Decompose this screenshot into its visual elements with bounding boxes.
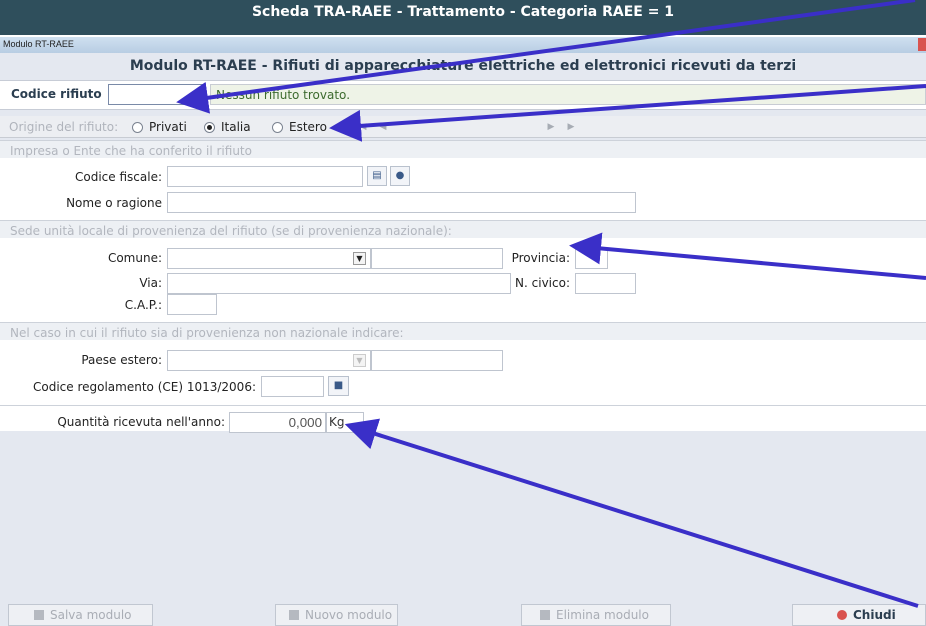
nome-ragione-input[interactable]	[167, 192, 636, 213]
codice-regolamento-input[interactable]	[261, 376, 324, 397]
radio-italia[interactable]: Italia	[204, 119, 251, 135]
cap-label: C.A.P.:	[124, 298, 162, 312]
nav-first-icon[interactable]: ◀	[355, 119, 371, 135]
paese-extra-field	[371, 350, 503, 371]
radio-privati-label: Privati	[149, 120, 187, 134]
radio-estero-label: Estero	[289, 120, 327, 134]
elimina-modulo-button[interactable]: Elimina modulo	[521, 604, 671, 626]
estero-section-header: Nel caso in cui il rifiuto sia di proven…	[0, 322, 926, 340]
codice-rifiuto-label: Codice rifiuto	[11, 87, 102, 101]
chevron-down-icon: ▼	[353, 354, 366, 367]
form-title: Modulo RT-RAEE - Rifiuti di apparecchiat…	[129, 58, 797, 74]
comune-extra-field	[371, 248, 503, 269]
quantita-unit: Kg	[326, 412, 364, 433]
window-title-bar: Modulo RT-RAEE	[0, 37, 926, 53]
radio-italia-label: Italia	[221, 120, 251, 134]
nav-last-icon[interactable]: ▶	[563, 119, 579, 135]
paese-estero-select[interactable]: ▼	[167, 350, 371, 371]
person-search-icon[interactable]: ●	[390, 166, 410, 186]
window-title: Modulo RT-RAEE	[3, 39, 74, 49]
provincia-label: Provincia:	[511, 251, 570, 265]
elimina-label: Elimina modulo	[556, 608, 649, 622]
sede-section-header: Sede unità locale di provenienza del rif…	[0, 220, 926, 238]
calculator-icon[interactable]: ▤	[367, 166, 387, 186]
radio-privati[interactable]: Privati	[132, 119, 187, 135]
civico-input[interactable]	[575, 273, 636, 294]
via-label: Via:	[139, 276, 162, 290]
salva-label: Salva modulo	[50, 608, 132, 622]
impresa-section-header: Impresa o Ente che ha conferito il rifiu…	[0, 140, 926, 158]
civico-label: N. civico:	[515, 276, 570, 290]
via-input[interactable]	[167, 273, 511, 294]
quantita-input[interactable]	[229, 412, 326, 433]
codice-rifiuto-input[interactable]	[108, 84, 203, 105]
provincia-input[interactable]	[575, 248, 608, 269]
nav-next-icon[interactable]: ▶	[543, 119, 559, 135]
comune-label: Comune:	[107, 251, 162, 265]
salva-modulo-button[interactable]: Salva modulo	[8, 604, 153, 626]
paese-estero-label: Paese estero:	[81, 353, 162, 367]
origin-label: Origine del rifiuto:	[9, 120, 119, 134]
comune-select[interactable]: ▼	[167, 248, 371, 269]
lookup-icon[interactable]: ■	[328, 376, 349, 396]
quantita-label: Quantità ricevuta nell'anno:	[57, 415, 225, 429]
nuovo-label: Nuovo modulo	[305, 608, 393, 622]
save-icon	[34, 610, 44, 620]
delete-icon	[540, 610, 550, 620]
app-title-bar: Scheda TRA-RAEE - Trattamento - Categori…	[0, 0, 926, 35]
radio-estero-icon	[272, 121, 283, 133]
chiudi-label: Chiudi	[853, 608, 896, 622]
codice-fiscale-input[interactable]	[167, 166, 363, 187]
radio-italia-icon	[204, 121, 215, 133]
chiudi-button[interactable]: Chiudi	[792, 604, 926, 626]
new-doc-icon	[289, 610, 299, 620]
nuovo-modulo-button[interactable]: Nuovo modulo	[275, 604, 398, 626]
codice-regolamento-label: Codice regolamento (CE) 1013/2006:	[32, 380, 256, 394]
codice-fiscale-label: Codice fiscale:	[75, 170, 162, 184]
radio-estero[interactable]: Estero	[272, 119, 327, 135]
app-title: Scheda TRA-RAEE - Trattamento - Categori…	[251, 4, 675, 20]
nav-prev-icon[interactable]: ◀	[375, 119, 391, 135]
radio-privati-icon	[132, 121, 143, 133]
codice-status-message: Nessun rifiuto trovato.	[210, 84, 926, 105]
window-close-icon[interactable]	[918, 38, 926, 51]
cap-input[interactable]	[167, 294, 217, 315]
chevron-down-icon: ▼	[353, 252, 366, 265]
close-icon	[837, 610, 847, 620]
nome-ragione-label: Nome o ragione	[66, 196, 162, 210]
